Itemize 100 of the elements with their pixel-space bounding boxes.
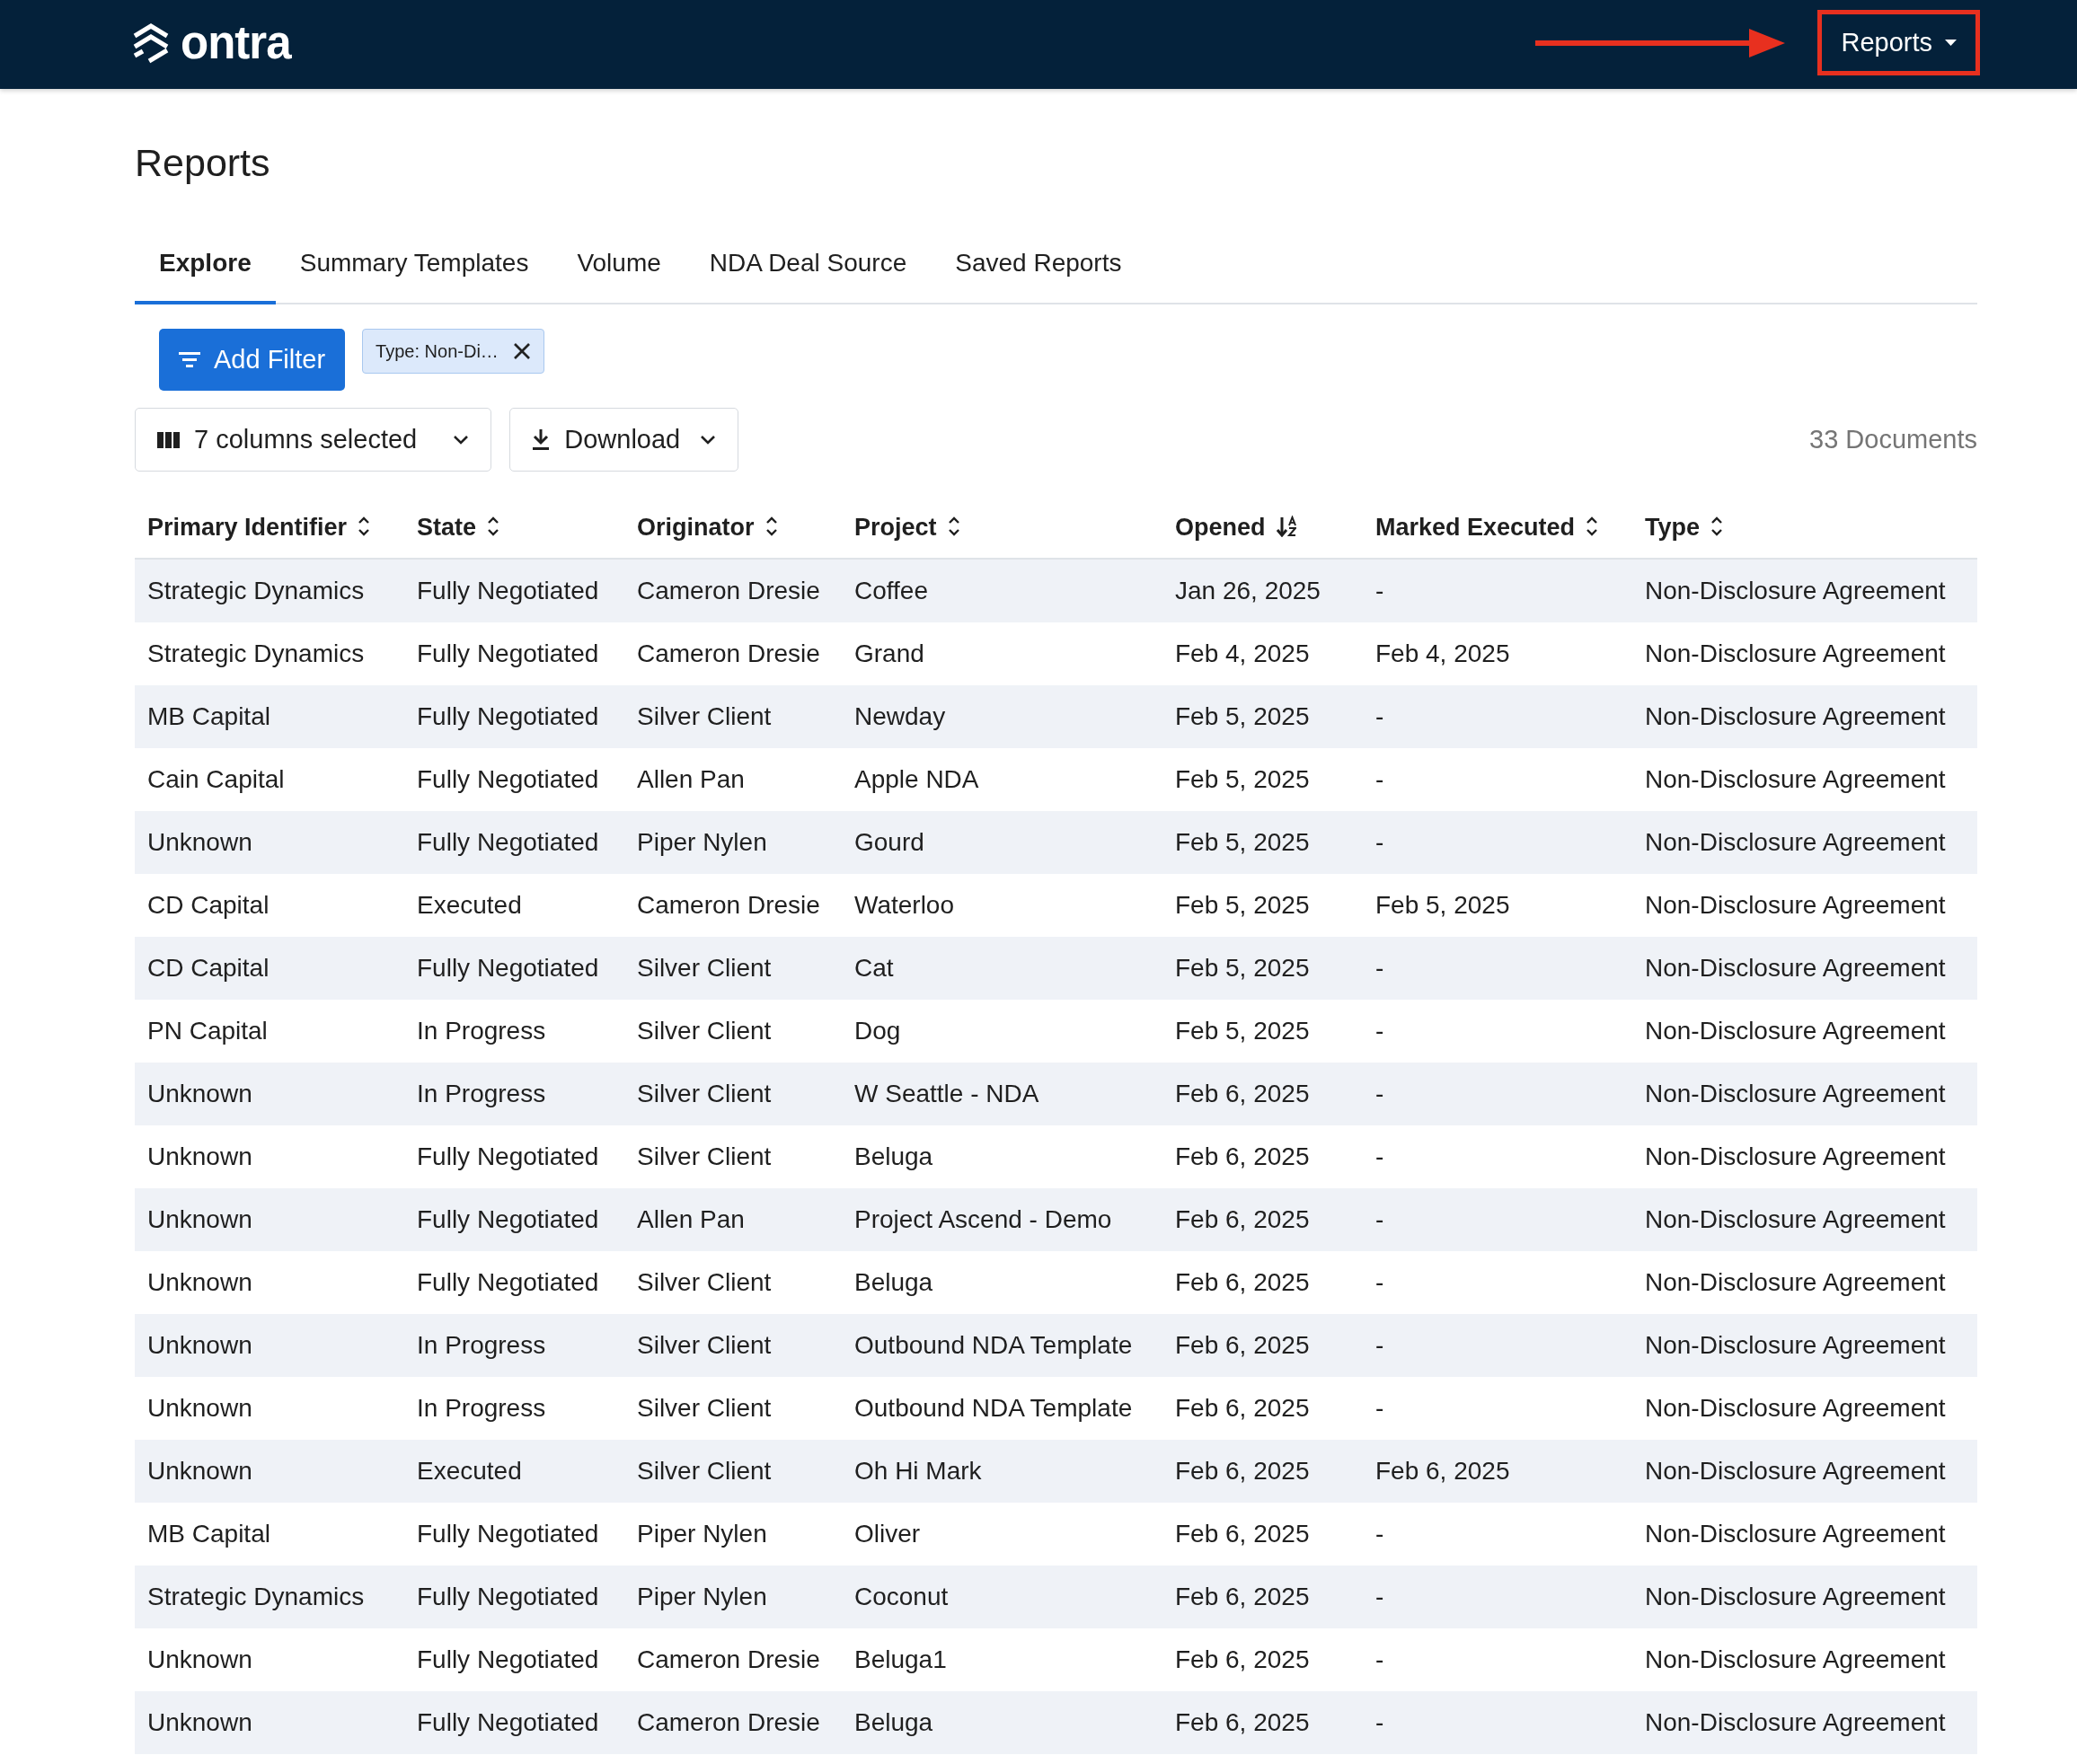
caret-icon xyxy=(1945,40,1957,46)
tab[interactable]: Summary Templates xyxy=(275,232,553,304)
table-cell: Silver Client xyxy=(624,685,842,748)
table-cell: In Progress xyxy=(404,1314,624,1377)
table-cell: Waterloo xyxy=(842,874,1162,937)
columns-icon xyxy=(157,431,180,448)
tab[interactable]: Explore xyxy=(135,232,276,304)
table-cell: Cameron Dresie xyxy=(624,622,842,685)
table-cell: - xyxy=(1363,1377,1632,1440)
table-cell: Non-Disclosure Agreement xyxy=(1632,937,1977,1000)
table-cell: Non-Disclosure Agreement xyxy=(1632,1503,1977,1566)
close-icon xyxy=(512,342,531,360)
table-cell: Fully Negotiated xyxy=(404,811,624,874)
page-title: Reports xyxy=(135,141,271,184)
table-cell: Piper Nylen xyxy=(624,1503,842,1566)
table-cell: Fully Negotiated xyxy=(404,685,624,748)
table-cell: - xyxy=(1363,1000,1632,1063)
table-cell: Feb 6, 2025 xyxy=(1162,1628,1363,1691)
table-cell: Non-Disclosure Agreement xyxy=(1632,559,1977,622)
table-cell: Non-Disclosure Agreement xyxy=(1632,1691,1977,1754)
table-cell: - xyxy=(1363,748,1632,811)
table-cell: Outbound NDA Template xyxy=(842,1314,1162,1377)
filter-icon xyxy=(179,352,200,367)
table-cell: Fully Negotiated xyxy=(404,1251,624,1314)
table-cell: Non-Disclosure Agreement xyxy=(1632,1314,1977,1377)
table-cell: Piper Nylen xyxy=(624,1566,842,1628)
table-cell: Feb 5, 2025 xyxy=(1162,811,1363,874)
table-cell: Unknown xyxy=(135,1125,404,1188)
table-cell: Feb 5, 2025 xyxy=(1162,937,1363,1000)
table-cell: Allen Pan xyxy=(624,748,842,811)
table-cell: Unknown xyxy=(135,1440,404,1503)
add-filter-button[interactable]: Add Filter xyxy=(159,329,346,391)
table-cell: Feb 6, 2025 xyxy=(1162,1314,1363,1377)
table-cell: Beluga1 xyxy=(842,1628,1162,1691)
table-cell: Silver Client xyxy=(624,1251,842,1314)
tab[interactable]: NDA Deal Source xyxy=(685,232,932,304)
table-cell: Non-Disclosure Agreement xyxy=(1632,1566,1977,1628)
table-cell: - xyxy=(1363,1125,1632,1188)
table-cell: - xyxy=(1363,1188,1632,1251)
table-cell: Feb 5, 2025 xyxy=(1162,874,1363,937)
table-cell: Strategic Dynamics xyxy=(135,559,404,622)
reports-menu-button[interactable]: Reports xyxy=(1823,15,1975,70)
table-cell: Coffee xyxy=(842,559,1162,622)
table-cell: Fully Negotiated xyxy=(404,1566,624,1628)
table-cell: Feb 6, 2025 xyxy=(1162,1251,1363,1314)
table-cell: Oh Hi Mark xyxy=(842,1440,1162,1503)
table-cell: Silver Client xyxy=(624,1377,842,1440)
table-cell: Apple NDA xyxy=(842,748,1162,811)
table-cell: Non-Disclosure Agreement xyxy=(1632,1628,1977,1691)
table-cell: Feb 5, 2025 xyxy=(1162,748,1363,811)
table-cell: Silver Client xyxy=(624,1314,842,1377)
table-cell: Silver Client xyxy=(624,1063,842,1125)
table-cell: In Progress xyxy=(404,1000,624,1063)
tab[interactable]: Saved Reports xyxy=(931,232,1146,304)
table-cell: - xyxy=(1363,1691,1632,1754)
table-cell: Non-Disclosure Agreement xyxy=(1632,1251,1977,1314)
table-cell: - xyxy=(1363,685,1632,748)
table-cell: Feb 6, 2025 xyxy=(1162,1691,1363,1754)
table-cell: - xyxy=(1363,559,1632,622)
table-cell: Cameron Dresie xyxy=(624,559,842,622)
table-cell: - xyxy=(1363,1503,1632,1566)
filter-chip[interactable]: Type: Non-Di… xyxy=(362,329,544,374)
table-cell: Fully Negotiated xyxy=(404,1691,624,1754)
table-cell: In Progress xyxy=(404,1063,624,1125)
tab[interactable]: Volume xyxy=(552,232,685,304)
table-cell: Grand xyxy=(842,622,1162,685)
table-cell: Fully Negotiated xyxy=(404,559,624,622)
table-cell: CD Capital xyxy=(135,874,404,937)
table-cell: Gourd xyxy=(842,811,1162,874)
table-cell: In Progress xyxy=(404,1377,624,1440)
table-cell: Feb 6, 2025 xyxy=(1363,1440,1632,1503)
table-cell: Fully Negotiated xyxy=(404,1125,624,1188)
table-cell: - xyxy=(1363,1251,1632,1314)
table-cell: MB Capital xyxy=(135,685,404,748)
document-count: 33 Documents xyxy=(1809,425,1977,454)
table-cell: Non-Disclosure Agreement xyxy=(1632,1377,1977,1440)
table-cell: Outbound NDA Template xyxy=(842,1377,1162,1440)
table-cell: Coconut xyxy=(842,1566,1162,1628)
table-cell: Executed xyxy=(404,1440,624,1503)
table-cell: Jan 26, 2025 xyxy=(1162,559,1363,622)
download-button[interactable]: Download xyxy=(509,408,739,472)
table-cell: Feb 5, 2025 xyxy=(1162,1000,1363,1063)
table-cell: - xyxy=(1363,1063,1632,1125)
table-cell: Non-Disclosure Agreement xyxy=(1632,1000,1977,1063)
table-cell: Non-Disclosure Agreement xyxy=(1632,1440,1977,1503)
table-cell: Oliver xyxy=(842,1503,1162,1566)
table-cell: Fully Negotiated xyxy=(404,1188,624,1251)
table-cell: - xyxy=(1363,811,1632,874)
table-cell: Cameron Dresie xyxy=(624,874,842,937)
table-cell: Fully Negotiated xyxy=(404,937,624,1000)
table-cell: Cameron Dresie xyxy=(624,1628,842,1691)
table-cell: Unknown xyxy=(135,1377,404,1440)
table-cell: Feb 5, 2025 xyxy=(1162,685,1363,748)
table-cell: Feb 6, 2025 xyxy=(1162,1377,1363,1440)
columns-dropdown[interactable]: 7 columns selected xyxy=(135,408,492,472)
table-cell: Cameron Dresie xyxy=(624,1691,842,1754)
table-cell: Unknown xyxy=(135,1314,404,1377)
brand-name[interactable]: ontra xyxy=(181,20,291,66)
table-cell: Strategic Dynamics xyxy=(135,1566,404,1628)
table-cell: - xyxy=(1363,937,1632,1000)
